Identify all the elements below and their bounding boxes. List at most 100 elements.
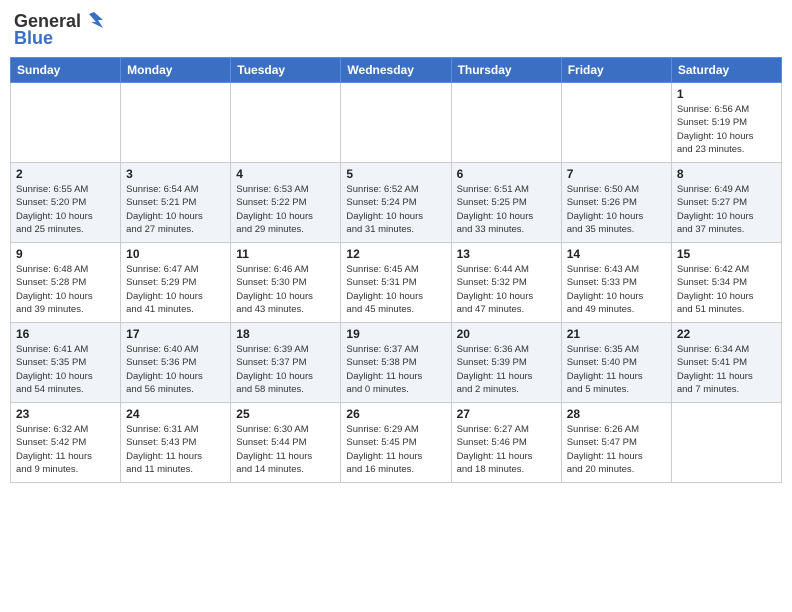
day-info: Sunrise: 6:51 AM Sunset: 5:25 PM Dayligh… [457,183,556,236]
day-number: 24 [126,407,225,421]
calendar-day-cell: 2Sunrise: 6:55 AM Sunset: 5:20 PM Daylig… [11,163,121,243]
calendar-week-row: 1 Sunrise: 6:56 AM Sunset: 5:19 PM Daylig… [11,83,782,163]
calendar-day-cell: 10 Sunrise: 6:47 AM Sunset: 5:29 PM Dayli… [121,243,231,323]
day-info: Sunrise: 6:44 AM Sunset: 5:32 PM Dayligh… [457,263,556,316]
day-info: Sunrise: 6:36 AM Sunset: 5:39 PM Dayligh… [457,343,556,396]
day-number: 13 [457,247,556,261]
day-of-week-header: Thursday [451,58,561,83]
calendar-day-cell: 9 Sunrise: 6:48 AM Sunset: 5:28 PM Daylig… [11,243,121,323]
day-info: Sunrise: 6:26 AM Sunset: 5:47 PM Dayligh… [567,423,666,476]
day-number: 18 [236,327,335,341]
day-number: 9 [16,247,115,261]
day-info: Sunrise: 6:53 AM Sunset: 5:22 PM Dayligh… [236,183,335,236]
day-number: 26 [346,407,445,421]
calendar-day-cell: 20 Sunrise: 6:36 AM Sunset: 5:39 PM Dayli… [451,323,561,403]
calendar-day-cell: 6 Sunrise: 6:51 AM Sunset: 5:25 PM Daylig… [451,163,561,243]
day-number: 10 [126,247,225,261]
day-number: 15 [677,247,776,261]
day-info: Sunrise: 6:35 AM Sunset: 5:40 PM Dayligh… [567,343,666,396]
day-info: Sunrise: 6:32 AM Sunset: 5:42 PM Dayligh… [16,423,115,476]
calendar-week-row: 23 Sunrise: 6:32 AM Sunset: 5:42 PM Dayli… [11,403,782,483]
calendar-day-cell [121,83,231,163]
calendar-table: SundayMondayTuesdayWednesdayThursdayFrid… [10,57,782,483]
day-number: 17 [126,327,225,341]
day-number: 23 [16,407,115,421]
calendar-day-cell: 24 Sunrise: 6:31 AM Sunset: 5:43 PM Dayli… [121,403,231,483]
page-header: General Blue [10,10,782,49]
day-info: Sunrise: 6:48 AM Sunset: 5:28 PM Dayligh… [16,263,115,316]
day-info: Sunrise: 6:42 AM Sunset: 5:34 PM Dayligh… [677,263,776,316]
day-info: Sunrise: 6:27 AM Sunset: 5:46 PM Dayligh… [457,423,556,476]
calendar-day-cell: 11 Sunrise: 6:46 AM Sunset: 5:30 PM Dayli… [231,243,341,323]
logo: General Blue [14,10,105,49]
calendar-day-cell: 1 Sunrise: 6:56 AM Sunset: 5:19 PM Daylig… [671,83,781,163]
day-number: 20 [457,327,556,341]
day-number: 6 [457,167,556,181]
day-number: 16 [16,327,115,341]
day-info: Sunrise: 6:34 AM Sunset: 5:41 PM Dayligh… [677,343,776,396]
day-info: Sunrise: 6:47 AM Sunset: 5:29 PM Dayligh… [126,263,225,316]
day-number: 1 [677,87,776,101]
calendar-day-cell: 7 Sunrise: 6:50 AM Sunset: 5:26 PM Daylig… [561,163,671,243]
day-number: 27 [457,407,556,421]
logo-bird-icon [83,10,105,32]
day-of-week-header: Wednesday [341,58,451,83]
calendar-header-row: SundayMondayTuesdayWednesdayThursdayFrid… [11,58,782,83]
day-of-week-header: Tuesday [231,58,341,83]
calendar-day-cell: 15 Sunrise: 6:42 AM Sunset: 5:34 PM Dayli… [671,243,781,323]
calendar-day-cell: 26 Sunrise: 6:29 AM Sunset: 5:45 PM Dayli… [341,403,451,483]
day-info: Sunrise: 6:41 AM Sunset: 5:35 PM Dayligh… [16,343,115,396]
day-info: Sunrise: 6:31 AM Sunset: 5:43 PM Dayligh… [126,423,225,476]
day-of-week-header: Sunday [11,58,121,83]
day-info: Sunrise: 6:50 AM Sunset: 5:26 PM Dayligh… [567,183,666,236]
day-number: 14 [567,247,666,261]
day-number: 25 [236,407,335,421]
calendar-day-cell [341,83,451,163]
calendar-day-cell: 28 Sunrise: 6:26 AM Sunset: 5:47 PM Dayli… [561,403,671,483]
calendar-day-cell: 19 Sunrise: 6:37 AM Sunset: 5:38 PM Dayli… [341,323,451,403]
day-number: 21 [567,327,666,341]
day-info: Sunrise: 6:49 AM Sunset: 5:27 PM Dayligh… [677,183,776,236]
calendar-day-cell: 12Sunrise: 6:45 AM Sunset: 5:31 PM Dayli… [341,243,451,323]
calendar-day-cell [11,83,121,163]
day-info: Sunrise: 6:55 AM Sunset: 5:20 PM Dayligh… [16,183,115,236]
day-number: 28 [567,407,666,421]
calendar-day-cell [671,403,781,483]
day-number: 4 [236,167,335,181]
logo-blue-text: Blue [14,28,53,49]
calendar-day-cell: 4 Sunrise: 6:53 AM Sunset: 5:22 PM Daylig… [231,163,341,243]
calendar-day-cell: 27 Sunrise: 6:27 AM Sunset: 5:46 PM Dayli… [451,403,561,483]
day-number: 7 [567,167,666,181]
calendar-day-cell: 17 Sunrise: 6:40 AM Sunset: 5:36 PM Dayli… [121,323,231,403]
calendar-day-cell: 13 Sunrise: 6:44 AM Sunset: 5:32 PM Dayli… [451,243,561,323]
day-number: 11 [236,247,335,261]
calendar-day-cell: 14 Sunrise: 6:43 AM Sunset: 5:33 PM Dayli… [561,243,671,323]
calendar-day-cell [231,83,341,163]
day-info: Sunrise: 6:37 AM Sunset: 5:38 PM Dayligh… [346,343,445,396]
day-info: Sunrise: 6:52 AM Sunset: 5:24 PM Dayligh… [346,183,445,236]
day-number: 8 [677,167,776,181]
day-info: Sunrise: 6:30 AM Sunset: 5:44 PM Dayligh… [236,423,335,476]
day-number: 5 [346,167,445,181]
calendar-day-cell: 25 Sunrise: 6:30 AM Sunset: 5:44 PM Dayli… [231,403,341,483]
day-of-week-header: Friday [561,58,671,83]
day-of-week-header: Saturday [671,58,781,83]
calendar-week-row: 2Sunrise: 6:55 AM Sunset: 5:20 PM Daylig… [11,163,782,243]
calendar-day-cell: 5 Sunrise: 6:52 AM Sunset: 5:24 PM Daylig… [341,163,451,243]
day-info: Sunrise: 6:54 AM Sunset: 5:21 PM Dayligh… [126,183,225,236]
calendar-day-cell: 22Sunrise: 6:34 AM Sunset: 5:41 PM Dayli… [671,323,781,403]
day-info: Sunrise: 6:29 AM Sunset: 5:45 PM Dayligh… [346,423,445,476]
day-info: Sunrise: 6:40 AM Sunset: 5:36 PM Dayligh… [126,343,225,396]
day-info: Sunrise: 6:45 AM Sunset: 5:31 PM Dayligh… [346,263,445,316]
calendar-day-cell: 18 Sunrise: 6:39 AM Sunset: 5:37 PM Dayli… [231,323,341,403]
day-number: 19 [346,327,445,341]
day-info: Sunrise: 6:39 AM Sunset: 5:37 PM Dayligh… [236,343,335,396]
calendar-day-cell: 3 Sunrise: 6:54 AM Sunset: 5:21 PM Daylig… [121,163,231,243]
calendar-day-cell: 23 Sunrise: 6:32 AM Sunset: 5:42 PM Dayli… [11,403,121,483]
day-info: Sunrise: 6:46 AM Sunset: 5:30 PM Dayligh… [236,263,335,316]
day-number: 3 [126,167,225,181]
calendar-day-cell: 16 Sunrise: 6:41 AM Sunset: 5:35 PM Dayli… [11,323,121,403]
day-info: Sunrise: 6:43 AM Sunset: 5:33 PM Dayligh… [567,263,666,316]
calendar-day-cell: 8 Sunrise: 6:49 AM Sunset: 5:27 PM Daylig… [671,163,781,243]
day-info: Sunrise: 6:56 AM Sunset: 5:19 PM Dayligh… [677,103,776,156]
